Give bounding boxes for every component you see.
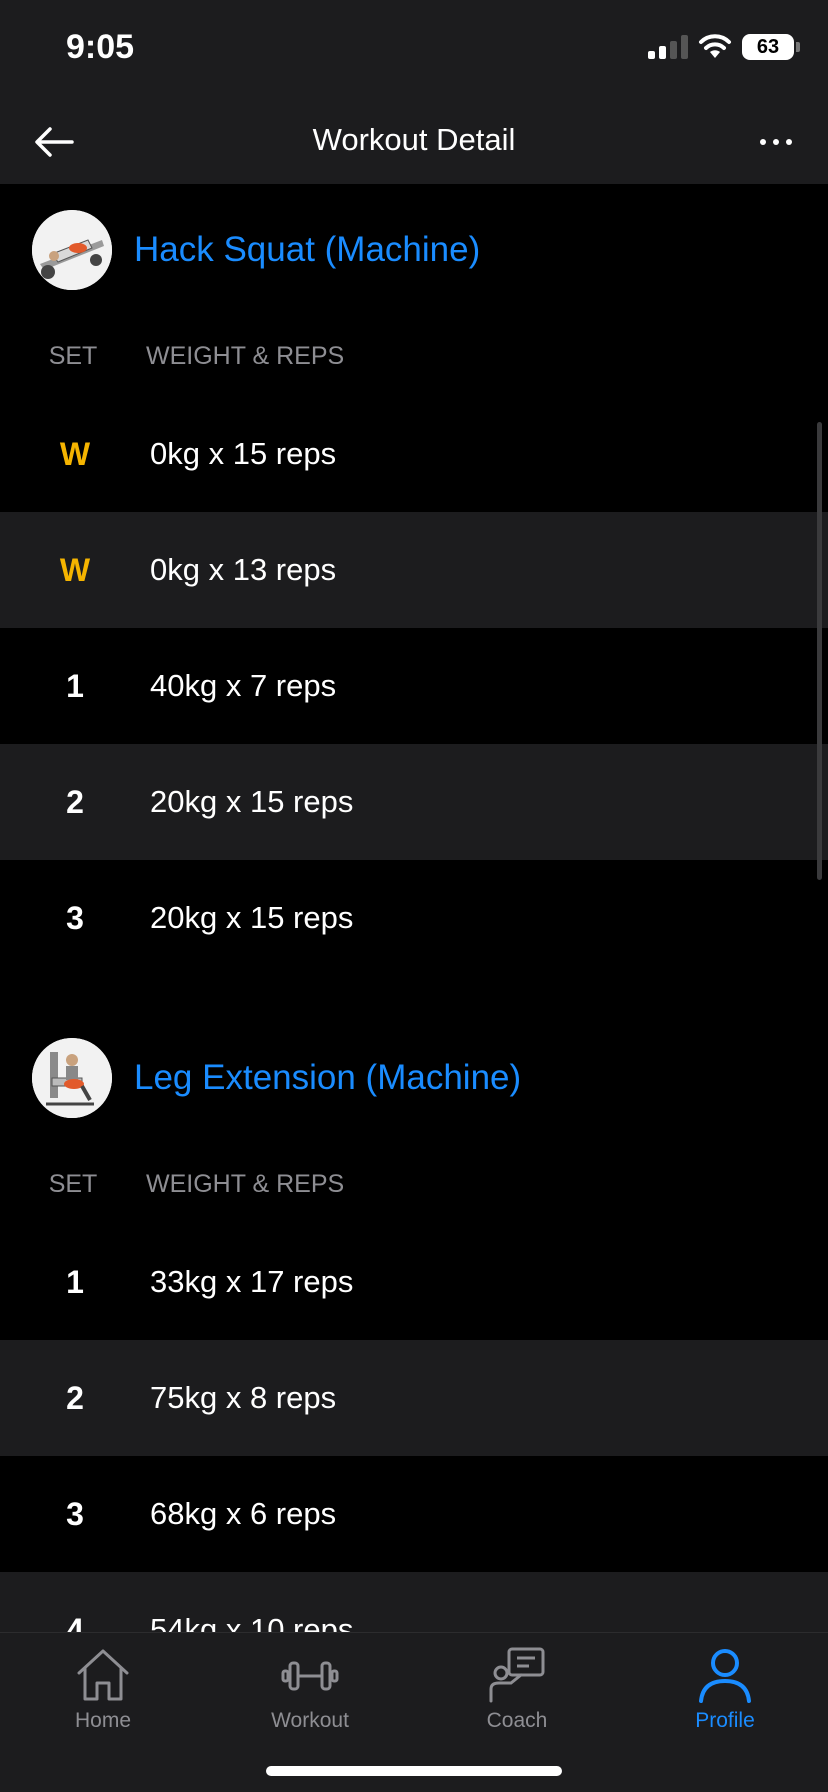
set-row: W 0kg x 13 reps bbox=[0, 512, 828, 628]
set-value: 0kg x 15 reps bbox=[150, 436, 337, 471]
tab-home[interactable]: Home bbox=[33, 1645, 173, 1733]
hack-squat-thumbnail[interactable] bbox=[32, 210, 112, 290]
set-label: 1 bbox=[66, 667, 84, 704]
tab-label: Home bbox=[74, 1709, 132, 1732]
set-label: W bbox=[59, 551, 91, 588]
column-header: SET WEIGHT & REPS bbox=[0, 316, 828, 396]
set-label: 3 bbox=[66, 1495, 84, 1532]
set-label: W bbox=[59, 435, 91, 472]
home-indicator[interactable] bbox=[266, 1766, 562, 1776]
column-set-label: SET bbox=[48, 341, 98, 370]
column-set-label: SET bbox=[48, 1169, 98, 1198]
wifi-icon bbox=[699, 34, 731, 58]
exercise-header[interactable]: Leg Extension (Machine) bbox=[0, 1012, 828, 1144]
set-row: 2 20kg x 15 reps bbox=[0, 744, 828, 860]
scrollbar[interactable] bbox=[817, 422, 822, 880]
set-value: 0kg x 13 reps bbox=[150, 552, 337, 587]
column-weight-label: WEIGHT & REPS bbox=[146, 1169, 345, 1198]
tab-label: Coach bbox=[486, 1709, 548, 1732]
tab-coach[interactable]: Coach bbox=[447, 1645, 587, 1733]
nav-bar: Workout Detail bbox=[0, 100, 828, 184]
exercise-name[interactable]: Hack Squat (Machine) bbox=[134, 230, 480, 270]
set-value: 75kg x 8 reps bbox=[150, 1380, 337, 1415]
set-row: 4 54kg x 10 reps bbox=[0, 1572, 828, 1632]
column-header: SET WEIGHT & REPS bbox=[0, 1144, 828, 1224]
set-label: 2 bbox=[66, 783, 84, 820]
home-icon bbox=[77, 1649, 129, 1701]
more-dot-icon bbox=[786, 139, 792, 145]
set-label: 3 bbox=[66, 899, 84, 936]
set-label: 4 bbox=[66, 1611, 84, 1633]
tab-profile[interactable]: Profile bbox=[655, 1645, 795, 1733]
set-row: 1 33kg x 17 reps bbox=[0, 1224, 828, 1340]
coach-icon bbox=[489, 1647, 545, 1703]
page-title: Workout Detail bbox=[312, 122, 516, 157]
dumbbell-icon bbox=[281, 1661, 339, 1691]
tab-label: Profile bbox=[695, 1709, 755, 1732]
set-label: 1 bbox=[66, 1263, 84, 1300]
cellular-signal-icon bbox=[648, 35, 688, 59]
battery-icon: 63 bbox=[742, 34, 800, 60]
set-row: 1 40kg x 7 reps bbox=[0, 628, 828, 744]
profile-icon bbox=[699, 1649, 751, 1703]
set-row: 3 68kg x 6 reps bbox=[0, 1456, 828, 1572]
column-weight-label: WEIGHT & REPS bbox=[146, 341, 345, 370]
set-value: 20kg x 15 reps bbox=[150, 900, 354, 935]
set-label: 2 bbox=[66, 1379, 84, 1416]
set-value: 54kg x 10 reps bbox=[150, 1612, 354, 1632]
tab-label: Workout bbox=[271, 1709, 349, 1732]
status-time: 9:05 bbox=[66, 28, 135, 66]
status-icons: 63 bbox=[648, 34, 800, 60]
exercise-header[interactable]: Hack Squat (Machine) bbox=[0, 184, 828, 316]
set-row: 2 75kg x 8 reps bbox=[0, 1340, 828, 1456]
set-value: 68kg x 6 reps bbox=[150, 1496, 337, 1531]
more-dot-icon bbox=[760, 139, 766, 145]
tab-workout[interactable]: Workout bbox=[240, 1645, 380, 1733]
more-dot-icon bbox=[773, 139, 779, 145]
set-value: 40kg x 7 reps bbox=[150, 668, 337, 703]
workout-detail-list[interactable]: Hack Squat (Machine) SET WEIGHT & REPS W… bbox=[0, 184, 828, 1632]
set-row: 3 20kg x 15 reps bbox=[0, 860, 828, 976]
leg-extension-thumbnail[interactable] bbox=[32, 1038, 112, 1118]
set-row: W 0kg x 15 reps bbox=[0, 396, 828, 512]
more-options-button[interactable] bbox=[750, 118, 802, 166]
set-value: 20kg x 15 reps bbox=[150, 784, 354, 819]
status-bar: 9:05 63 bbox=[0, 0, 828, 100]
exercise-name[interactable]: Leg Extension (Machine) bbox=[134, 1058, 521, 1098]
set-value: 33kg x 17 reps bbox=[150, 1264, 354, 1299]
